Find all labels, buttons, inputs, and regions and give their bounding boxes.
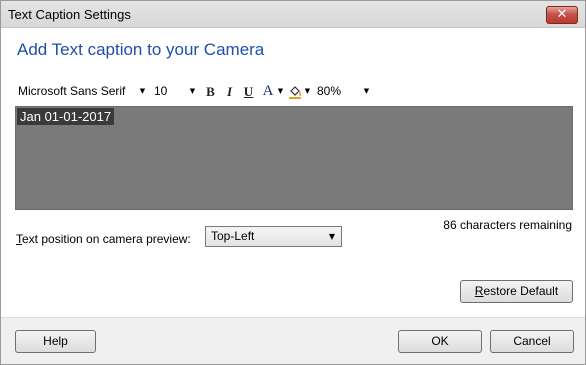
font-color-dropdown-icon[interactable]: ▼ [276,81,285,102]
characters-remaining: 86 characters remaining [443,218,572,232]
chevron-down-icon: ▼ [328,232,335,241]
opacity-dropdown-icon[interactable]: ▼ [360,81,373,102]
font-size-value: 10 [154,84,168,98]
dialog-footer: Help OK Cancel [1,317,585,364]
format-toolbar: Microsoft Sans Serif ▼ 10 ▼ B I U A ▼ ▼ … [15,81,375,103]
fill-color-dropdown-icon[interactable]: ▼ [303,81,312,102]
cancel-button[interactable]: Cancel [490,330,574,353]
text-position-label-text: ext position on camera preview: [22,232,191,246]
close-button[interactable]: ✕ [546,6,578,24]
fill-color-button[interactable] [287,81,303,102]
opacity-select[interactable]: 80% [314,81,359,102]
bold-button[interactable]: B [202,81,219,102]
paint-bucket-icon [289,86,302,99]
caption-text-selection: Jan 01-01-2017 [17,108,115,125]
text-position-select[interactable]: Top-Left ▼ [205,226,342,247]
font-size-dropdown-icon[interactable]: ▼ [186,81,199,102]
italic-button[interactable]: I [221,81,238,102]
text-position-value: Top-Left [211,229,255,243]
ok-button[interactable]: OK [398,330,482,353]
underline-button[interactable]: U [240,81,257,102]
restore-default-button[interactable]: Restore Default [460,280,573,303]
opacity-value: 80% [317,84,342,98]
title-bar: Text Caption Settings ✕ [1,1,585,28]
window-title: Text Caption Settings [8,7,131,22]
caption-text-area[interactable]: Jan 01-01-2017 [15,106,573,210]
font-family-value: Microsoft Sans Serif [18,84,126,98]
page-heading: Add Text caption to your Camera [17,40,265,59]
text-position-label: Text position on camera preview: [16,232,191,246]
text-caption-settings-dialog: Text Caption Settings ✕ Add Text caption… [0,0,586,365]
font-family-dropdown-icon[interactable]: ▼ [136,81,149,102]
help-button[interactable]: Help [15,330,96,353]
font-color-button[interactable]: A [259,81,277,102]
restore-default-label: estore Default [483,284,559,298]
font-size-select[interactable]: 10 [151,81,185,102]
font-family-select[interactable]: Microsoft Sans Serif [15,81,135,102]
close-icon: ✕ [556,7,568,22]
